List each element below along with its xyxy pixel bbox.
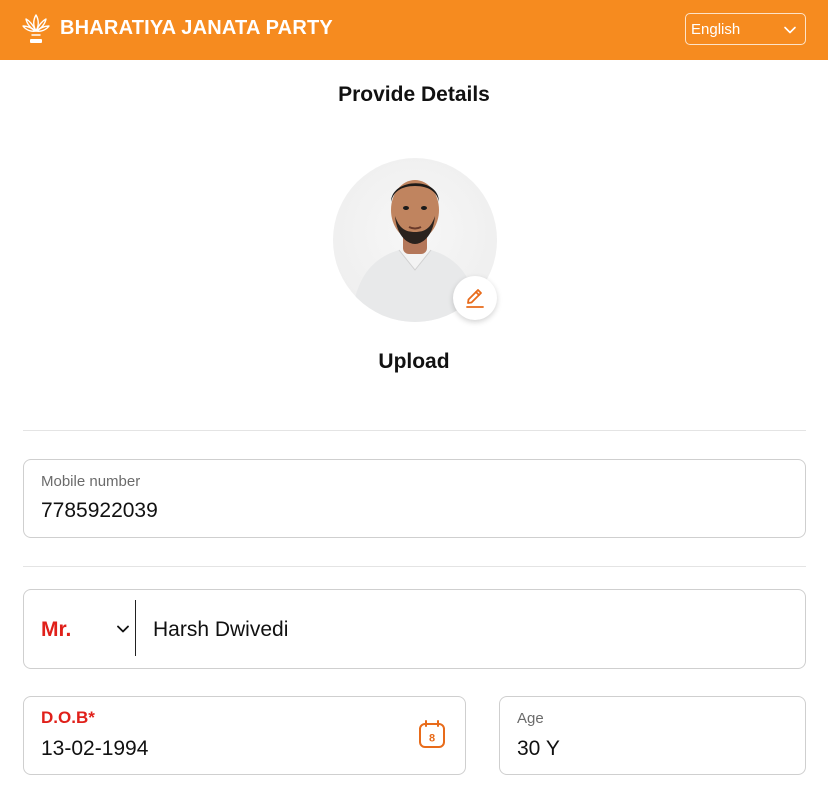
chevron-down-icon xyxy=(784,26,796,34)
calendar-icon[interactable]: 8 xyxy=(418,719,446,749)
profile-photo-section xyxy=(333,158,497,322)
section-divider xyxy=(23,566,806,567)
lotus-logo-icon xyxy=(22,14,50,43)
chevron-down-icon[interactable] xyxy=(116,622,130,636)
mobile-number-label: Mobile number xyxy=(41,473,141,490)
salutation-select[interactable]: Mr. xyxy=(41,618,71,642)
page-title: Provide Details xyxy=(338,83,490,106)
section-divider xyxy=(23,430,806,431)
mobile-number-field[interactable]: Mobile number 7785922039 xyxy=(23,459,806,538)
upload-label[interactable]: Upload xyxy=(0,350,828,374)
calendar-day-text: 8 xyxy=(429,733,435,745)
age-value: 30 Y xyxy=(517,737,560,760)
language-value: English xyxy=(691,20,741,38)
edit-photo-button[interactable] xyxy=(453,276,497,320)
app-header: BHARATIYA JANATA PARTY English xyxy=(0,0,828,60)
full-name-input[interactable]: Harsh Dwivedi xyxy=(153,618,288,642)
language-select[interactable]: English xyxy=(685,13,806,45)
age-field: Age 30 Y xyxy=(499,696,806,775)
dob-value[interactable]: 13-02-1994 xyxy=(41,737,148,761)
age-label: Age xyxy=(517,710,544,727)
dob-field[interactable]: D.O.B* 13-02-1994 8 xyxy=(23,696,466,775)
field-separator xyxy=(135,600,136,656)
dob-label: D.O.B* xyxy=(41,708,95,727)
pencil-icon xyxy=(466,289,484,308)
party-name: BHARATIYA JANATA PARTY xyxy=(60,17,333,39)
name-field: Mr. Harsh Dwivedi xyxy=(23,589,806,669)
mobile-number-value[interactable]: 7785922039 xyxy=(41,499,158,523)
